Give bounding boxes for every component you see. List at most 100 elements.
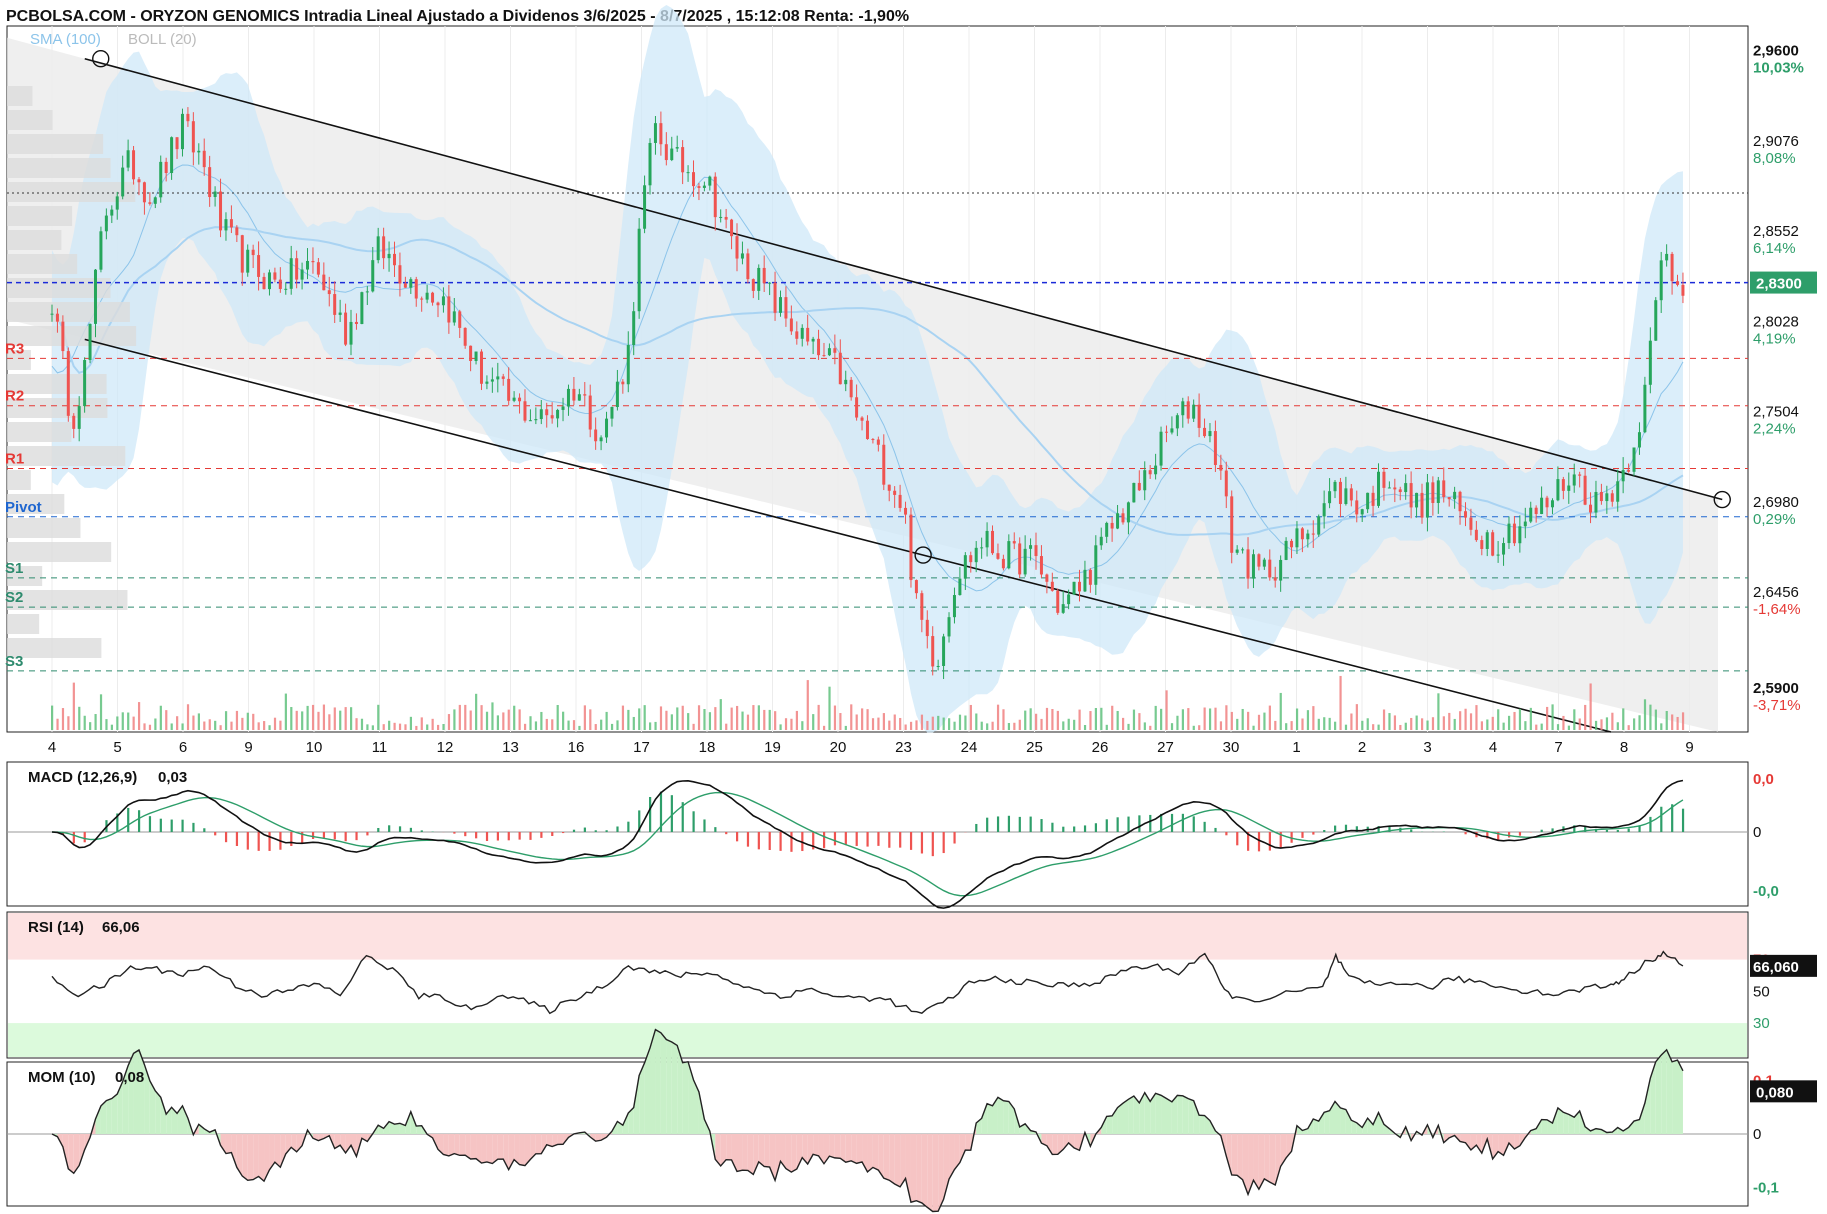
- candle-body: [153, 197, 157, 204]
- volume-bar: [398, 723, 402, 730]
- candle-body: [827, 348, 831, 356]
- volume-bar: [518, 709, 521, 730]
- candle-body: [1393, 487, 1397, 490]
- volume-bar: [931, 716, 934, 730]
- candle-body: [1637, 432, 1641, 448]
- volume-bar: [273, 717, 277, 730]
- volume-bar: [252, 713, 255, 730]
- mom-area: [1161, 1095, 1167, 1134]
- candle-body: [360, 292, 364, 324]
- volume-bar: [263, 721, 266, 730]
- volume-bar: [1404, 722, 1407, 730]
- candle-body: [148, 202, 152, 204]
- volume-bar: [1535, 724, 1538, 730]
- candle-body: [1186, 401, 1190, 419]
- volume-bar: [1633, 718, 1636, 730]
- candle-body: [1072, 581, 1076, 595]
- mom-area: [965, 1134, 971, 1151]
- candle-body: [1545, 497, 1549, 508]
- candle-body: [77, 406, 81, 429]
- macd-histogram-bar: [72, 832, 75, 844]
- candle-body: [1496, 554, 1500, 556]
- volume-bar: [1616, 722, 1619, 730]
- candle-body: [284, 288, 288, 290]
- volume-bar: [1013, 722, 1016, 730]
- y-tick-label: 2,8028: [1753, 313, 1799, 330]
- candle-body: [474, 351, 478, 361]
- volume-bar: [958, 714, 962, 730]
- macd-histogram-bar: [148, 816, 152, 832]
- volume-bar: [148, 724, 152, 730]
- y-tick-pct: 2,24%: [1753, 421, 1796, 438]
- candle-body: [528, 420, 532, 422]
- x-tick-label: 6: [179, 739, 187, 756]
- volume-bar: [1676, 716, 1679, 730]
- volume-bar: [926, 720, 929, 730]
- volume-bar: [284, 693, 287, 730]
- candle-body: [1001, 558, 1005, 569]
- candle-body: [327, 290, 331, 295]
- candle-body: [142, 182, 146, 203]
- candle-body: [1121, 513, 1125, 523]
- volume-bar: [1611, 712, 1614, 730]
- volume-bar: [311, 704, 315, 730]
- candle-body: [1377, 471, 1381, 506]
- macd-histogram-bar: [909, 832, 913, 850]
- macd-histogram-bar: [475, 832, 478, 839]
- macd-histogram-bar: [366, 832, 369, 836]
- volume-bar: [1225, 705, 1228, 730]
- candle-body: [262, 276, 266, 290]
- mom-area: [1666, 1049, 1673, 1134]
- pivot-label-r2: R2: [5, 388, 24, 405]
- mom-area: [829, 1134, 835, 1158]
- candle-body: [420, 298, 424, 300]
- volume-bar: [523, 723, 527, 730]
- macd-histogram-bar: [1181, 813, 1184, 832]
- candle-body: [708, 176, 712, 186]
- x-tick-label: 4: [48, 739, 56, 756]
- volume-bar: [295, 710, 298, 730]
- x-tick-label: 3: [1423, 739, 1431, 756]
- candle-body: [191, 121, 195, 153]
- volume-bar: [1132, 709, 1136, 730]
- macd-histogram-bar: [311, 832, 315, 839]
- candle-body: [1485, 532, 1489, 549]
- volume-bar: [692, 723, 695, 730]
- volume-bar: [1198, 725, 1201, 730]
- candle-body: [811, 338, 815, 342]
- candle-body: [1387, 487, 1391, 489]
- volume-bar: [1268, 705, 1271, 730]
- volume-bar: [1361, 720, 1364, 730]
- volume-bar: [453, 709, 456, 730]
- macd-histogram-bar: [942, 832, 945, 854]
- volume-bar: [72, 682, 75, 730]
- volume-bar: [382, 724, 385, 730]
- macd-histogram-bar: [420, 830, 423, 832]
- volume-bar: [447, 714, 451, 730]
- volume-bar: [485, 711, 489, 730]
- volume-bar: [458, 704, 461, 730]
- volume-bar: [1584, 704, 1587, 730]
- volume-bar: [290, 707, 293, 730]
- candle-body: [235, 227, 239, 236]
- candle-body: [740, 253, 744, 259]
- volume-bar: [725, 723, 728, 730]
- volume-bar: [806, 680, 809, 730]
- volume-bar: [94, 714, 97, 730]
- macd-histogram-bar: [1203, 821, 1206, 832]
- volume-bar: [1067, 718, 1070, 730]
- candle-body: [991, 530, 995, 554]
- candle-body: [730, 219, 734, 237]
- volume-bar: [1056, 710, 1059, 730]
- candle-body: [1007, 541, 1011, 569]
- candle-body: [936, 665, 940, 667]
- candle-body: [1567, 485, 1571, 491]
- macd-histogram-bar: [1518, 832, 1522, 836]
- mom-area: [443, 1134, 449, 1156]
- volume-bar: [1111, 705, 1114, 730]
- candle-body: [1295, 528, 1299, 548]
- volume-bar: [355, 718, 358, 730]
- candle-body: [251, 249, 255, 256]
- volume-bar: [839, 713, 842, 730]
- mom-area: [1634, 1119, 1640, 1134]
